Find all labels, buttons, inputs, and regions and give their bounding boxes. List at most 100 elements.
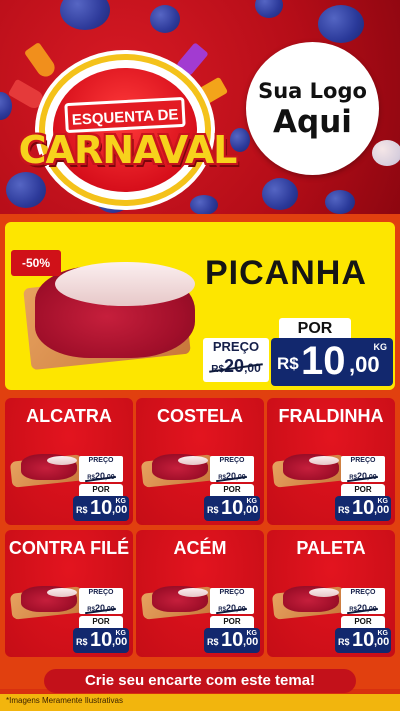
old-price: R$20,00: [87, 470, 114, 485]
old-price-cents: ,00: [104, 474, 115, 481]
price-currency: R$: [338, 505, 350, 515]
price-int: 10: [301, 339, 346, 383]
product-name: ACÉM: [173, 538, 227, 558]
price-currency: R$: [338, 637, 350, 647]
old-price-box: PREÇO R$20,00: [341, 456, 385, 482]
por-label: POR: [341, 616, 385, 628]
old-price-int: 20: [94, 471, 105, 481]
offers-area: -50% PICANHA POR PREÇO R$20,00 R$ 10 ,00…: [0, 214, 400, 689]
meat-fat: [309, 456, 339, 465]
old-price-int: 20: [225, 603, 236, 613]
product-name: ALCATRA: [26, 406, 112, 426]
old-price-box: PREÇO R$20,00: [79, 456, 123, 482]
old-price-currency: R$: [218, 607, 226, 613]
old-price-box: PREÇO R$20,00: [341, 588, 385, 614]
por-label: POR: [210, 616, 254, 628]
old-price: R$20,00: [218, 470, 245, 485]
price-int: 10: [90, 497, 113, 519]
featured-product-name: PICANHA: [205, 254, 367, 292]
old-price-currency: R$: [87, 475, 95, 481]
logo-text-line1: Sua Logo: [258, 78, 367, 103]
header-banner: ESQUENTA DE CARNAVAL Sua Logo Aqui: [0, 0, 400, 214]
price-cents: ,00: [374, 636, 390, 648]
old-price-cents: ,00: [366, 606, 377, 613]
product-name: FRALDINHA: [278, 406, 384, 426]
price-cents: ,00: [243, 504, 259, 516]
meat-fat: [47, 588, 77, 597]
por-label: POR: [79, 616, 123, 628]
meat-fat: [178, 588, 208, 597]
product-card[interactable]: CONTRA FILÉ PREÇO R$20,00 POR R$ 10,00 KG: [5, 530, 133, 657]
por-label: POR: [279, 318, 351, 340]
old-price-cents: ,00: [235, 606, 246, 613]
old-price-int: 20: [225, 471, 236, 481]
old-price: R$20,00: [87, 602, 114, 617]
price-box: R$ 10,00 KG: [73, 496, 129, 521]
por-text: POR: [297, 320, 333, 337]
old-price-cents: ,00: [366, 474, 377, 481]
price-currency: R$: [76, 637, 88, 647]
price-box: R$ 10,00 KG: [335, 628, 391, 653]
cta-banner[interactable]: Crie seu encarte com este tema!: [44, 669, 356, 693]
horn-icon: [173, 42, 209, 80]
featured-product[interactable]: -50% PICANHA POR PREÇO R$20,00 R$ 10 ,00…: [5, 222, 395, 390]
footer-bar: *Imagens Meramente Ilustrativas: [0, 694, 400, 711]
price-box: R$ 10,00 KG: [73, 628, 129, 653]
unit-label: KG: [377, 630, 389, 637]
price-cents: ,00: [349, 352, 380, 377]
confetti-dot: [150, 5, 180, 33]
product-card[interactable]: ALCATRA PREÇO R$20,00 POR R$ 10,00 KG: [5, 398, 133, 525]
price-int: 10: [352, 629, 375, 651]
unit-label: KG: [115, 498, 127, 505]
confetti-dot: [325, 190, 355, 214]
product-card[interactable]: FRALDINHA PREÇO R$20,00 POR R$ 10,00 KG: [267, 398, 395, 525]
meat-fat: [55, 262, 195, 306]
old-price: R$20,00: [349, 470, 376, 485]
horn-icon: [7, 78, 47, 112]
logo-placeholder[interactable]: Sua Logo Aqui: [246, 42, 379, 175]
confetti-dot: [262, 178, 298, 210]
price-box: R$ 10 ,00 KG: [271, 338, 393, 386]
price-cents: ,00: [374, 504, 390, 516]
old-price-cents: ,00: [104, 606, 115, 613]
price-cents: ,00: [243, 636, 259, 648]
product-card[interactable]: COSTELA PREÇO R$20,00 POR R$ 10,00 KG: [136, 398, 264, 525]
unit-label: KG: [115, 630, 127, 637]
old-price-cents: ,00: [244, 361, 261, 375]
old-price-currency: R$: [349, 607, 357, 613]
price-int: 10: [221, 497, 244, 519]
price-currency: R$: [76, 505, 88, 515]
old-price-currency: R$: [87, 607, 95, 613]
price-int: 10: [352, 497, 375, 519]
badge-main-title: CARNAVAL: [18, 128, 238, 172]
price-cents: ,00: [112, 504, 128, 516]
confetti-dot: [60, 0, 110, 30]
confetti-dot: [255, 0, 283, 18]
product-card[interactable]: ACÉM PREÇO R$20,00 POR R$ 10,00 KG: [136, 530, 264, 657]
unit-label: KG: [246, 630, 258, 637]
price-int: 10: [221, 629, 244, 651]
preco-label: PREÇO: [219, 589, 245, 596]
meat-fat: [47, 456, 77, 465]
product-name: CONTRA FILÉ: [8, 538, 130, 558]
preco-label: PREÇO: [88, 589, 114, 596]
preco-label: PREÇO: [350, 457, 376, 464]
price-cents: ,00: [112, 636, 128, 648]
disclaimer-text: *Imagens Meramente Ilustrativas: [6, 696, 123, 705]
por-label: POR: [341, 484, 385, 496]
old-price-currency: R$: [211, 364, 225, 375]
product-card[interactable]: PALETA PREÇO R$20,00 POR R$ 10,00 KG: [267, 530, 395, 657]
old-price-int: 20: [94, 603, 105, 613]
old-price-currency: R$: [349, 475, 357, 481]
unit-label: KG: [377, 498, 389, 505]
old-price-box: PREÇO R$20,00: [79, 588, 123, 614]
confetti-dot: [372, 140, 400, 166]
old-price-int: 20: [224, 356, 245, 376]
price-box: R$ 10,00 KG: [204, 628, 260, 653]
price-currency: R$: [207, 505, 219, 515]
price-box: R$ 10,00 KG: [335, 496, 391, 521]
unit-label: KG: [246, 498, 258, 505]
preco-label: PREÇO: [88, 457, 114, 464]
old-price-box: PREÇO R$20,00: [203, 338, 269, 382]
old-price-box: PREÇO R$20,00: [210, 588, 254, 614]
